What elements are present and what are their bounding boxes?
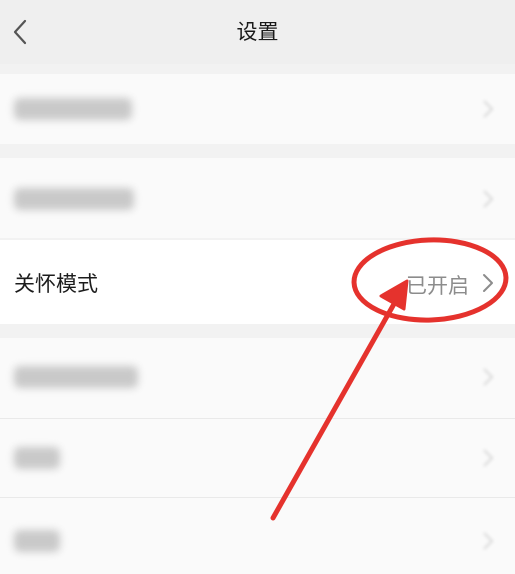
- chevron-right-icon: [483, 532, 494, 550]
- blurred-label: [14, 530, 60, 552]
- chevron-right-icon: [483, 449, 494, 467]
- settings-row-blurred-2[interactable]: [0, 158, 515, 238]
- settings-row-blurred-1[interactable]: [0, 74, 515, 144]
- care-mode-status: 已开启: [406, 274, 469, 298]
- page-title: 设置: [236, 20, 279, 44]
- blurred-label: [14, 447, 60, 469]
- chevron-right-icon: [483, 190, 494, 208]
- chevron-right-icon: [483, 274, 493, 292]
- blurred-label: [14, 188, 134, 210]
- blurred-label: [14, 366, 138, 388]
- blurred-label: [14, 98, 132, 120]
- top-bar: 设置: [0, 0, 515, 64]
- settings-row-care-mode[interactable]: 关怀模式 已开启: [0, 240, 515, 324]
- settings-row-blurred-5[interactable]: [0, 498, 515, 574]
- settings-row-blurred-3[interactable]: [0, 338, 515, 418]
- chevron-right-icon: [483, 368, 494, 386]
- care-mode-label: 关怀模式: [14, 272, 98, 296]
- chevron-right-icon: [483, 100, 494, 118]
- settings-row-blurred-4[interactable]: [0, 419, 515, 497]
